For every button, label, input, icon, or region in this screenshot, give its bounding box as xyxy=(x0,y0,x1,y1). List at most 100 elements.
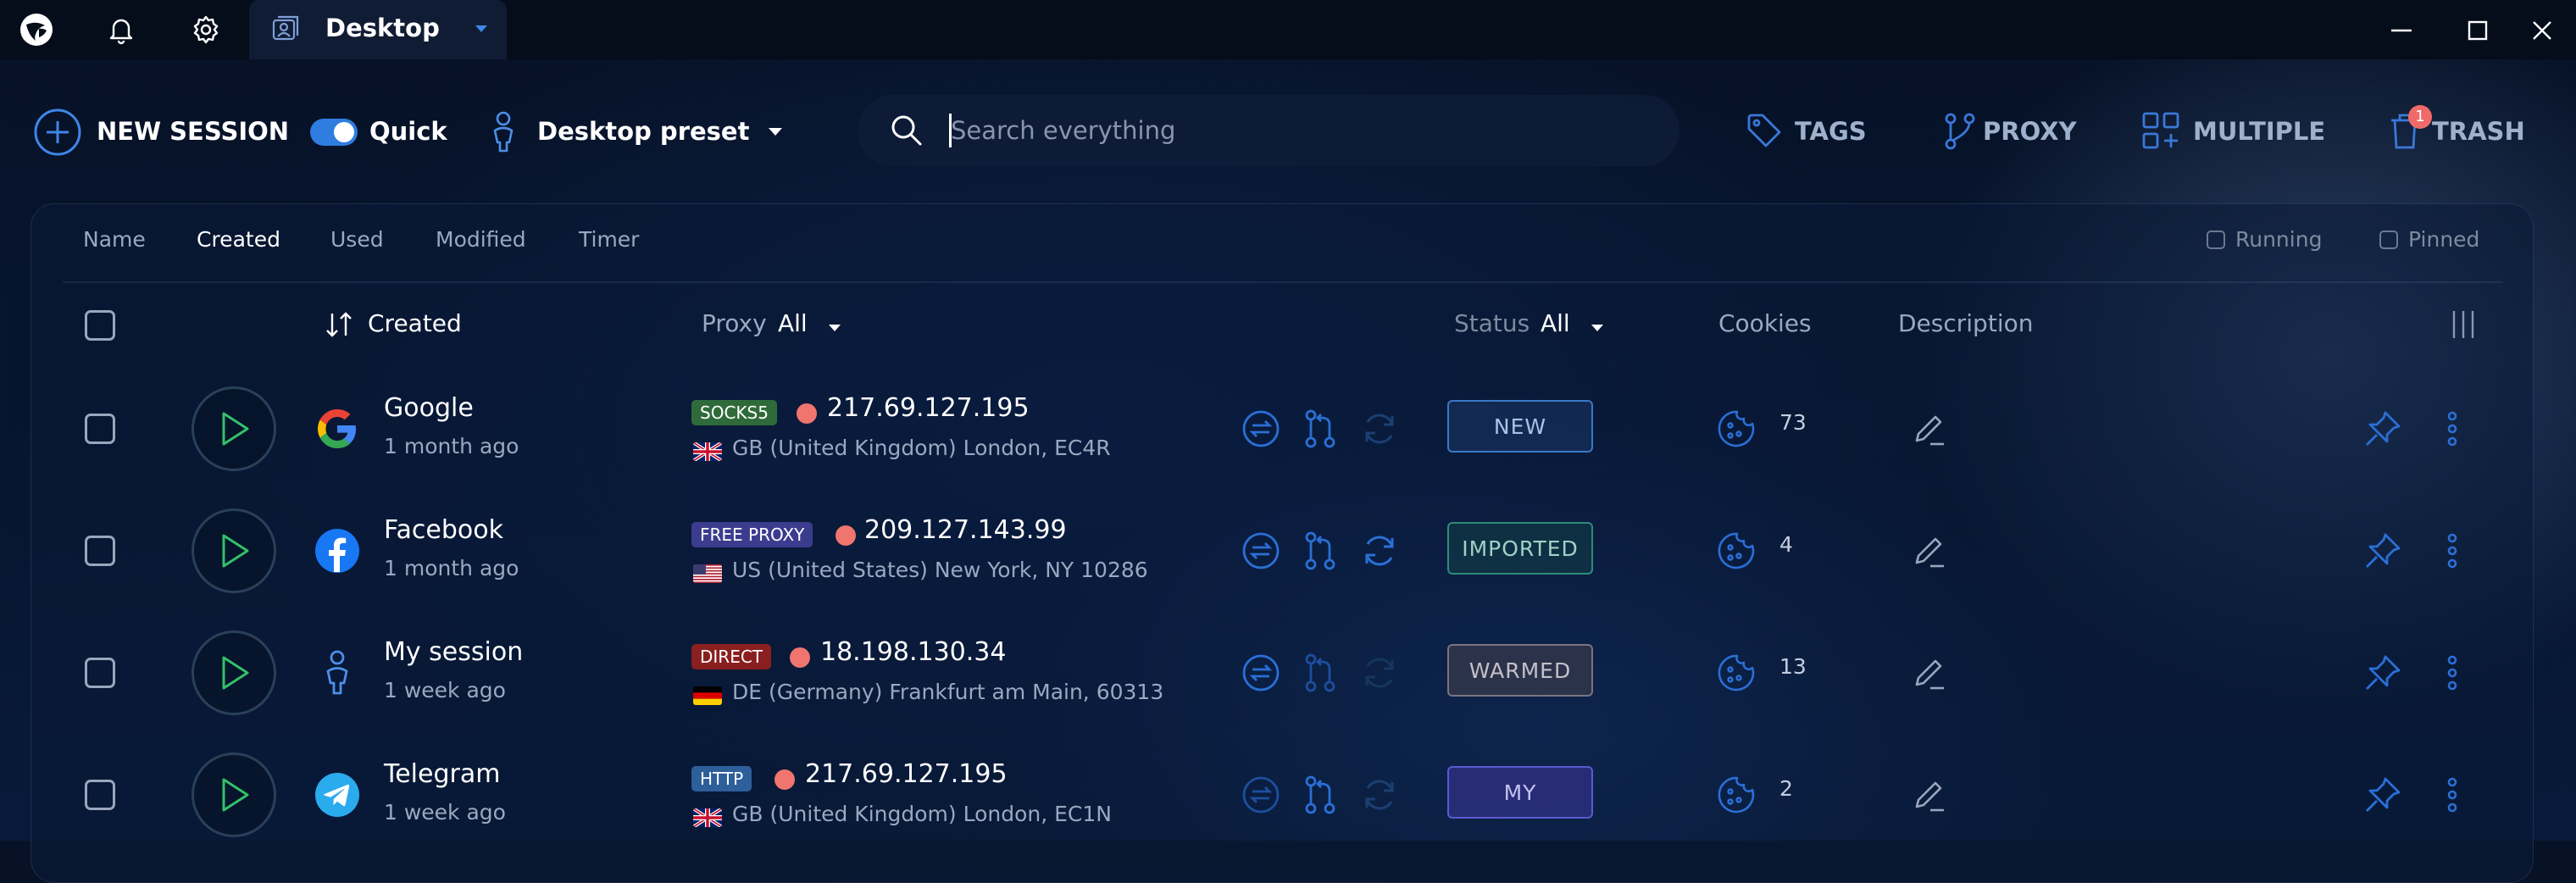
preset-select[interactable]: Desktop preset xyxy=(537,117,749,146)
pinned-filter[interactable]: Pinned xyxy=(2379,227,2479,252)
gear-icon[interactable] xyxy=(185,8,227,51)
session-name[interactable]: Telegram xyxy=(384,759,500,789)
edit-description-icon[interactable] xyxy=(1907,529,1951,573)
status-badge[interactable]: MY xyxy=(1447,766,1593,819)
tab-desktop[interactable]: Desktop xyxy=(249,0,507,59)
cookies-column-header: Cookies xyxy=(1718,309,1812,337)
proxy-route-icon[interactable] xyxy=(1296,527,1344,575)
created-column-header[interactable]: Created xyxy=(368,309,462,337)
more-options-icon[interactable] xyxy=(2435,529,2469,573)
table-row[interactable]: Google 1 month ago SOCKS5 217.69.127.195… xyxy=(31,368,2532,490)
status-badge[interactable]: WARMED xyxy=(1447,644,1593,697)
play-button[interactable] xyxy=(192,630,276,715)
play-button[interactable] xyxy=(192,386,276,471)
proxy-location: DE (Germany) Frankfurt am Main, 60313 xyxy=(732,680,1164,704)
refresh-icon[interactable] xyxy=(1356,527,1403,575)
chevron-down-icon[interactable] xyxy=(1588,319,1607,341)
pin-icon[interactable] xyxy=(2361,773,2405,817)
running-filter[interactable]: Running xyxy=(2207,227,2322,252)
more-options-icon[interactable] xyxy=(2435,651,2469,695)
cookie-count: 73 xyxy=(1779,410,1807,435)
pin-icon[interactable] xyxy=(2361,651,2405,695)
row-checkbox[interactable] xyxy=(85,414,115,444)
app-logo-icon[interactable] xyxy=(15,8,58,51)
trash-count-badge: 1 xyxy=(2408,105,2432,129)
proxy-ip[interactable]: 217.69.127.195 xyxy=(827,393,1030,423)
proxy-route-icon[interactable] xyxy=(1296,649,1344,697)
swap-proxy-icon[interactable] xyxy=(1237,771,1285,819)
quick-toggle[interactable] xyxy=(310,119,358,146)
row-checkbox[interactable] xyxy=(85,780,115,810)
edit-description-icon[interactable] xyxy=(1907,407,1951,451)
chevron-down-icon[interactable] xyxy=(825,319,844,341)
pin-icon[interactable] xyxy=(2361,529,2405,573)
session-created-time: 1 week ago xyxy=(384,678,506,703)
proxy-route-icon[interactable] xyxy=(1296,771,1344,819)
proxy-ip[interactable]: 18.198.130.34 xyxy=(820,637,1006,667)
minimize-button[interactable] xyxy=(2383,12,2420,49)
proxy-route-icon[interactable] xyxy=(1296,405,1344,453)
search-bar[interactable] xyxy=(858,95,1679,166)
sort-tab-used[interactable]: Used xyxy=(330,227,384,252)
swap-proxy-icon[interactable] xyxy=(1237,405,1285,453)
proxy-location: US (United States) New York, NY 10286 xyxy=(732,558,1148,582)
new-session-icon[interactable] xyxy=(32,107,83,161)
proxy-button[interactable]: PROXY xyxy=(1983,117,2077,146)
sort-tab-timer[interactable]: Timer xyxy=(579,227,639,252)
swap-proxy-icon[interactable] xyxy=(1237,649,1285,697)
edit-description-icon[interactable] xyxy=(1907,651,1951,695)
trash-button[interactable]: TRASH xyxy=(2432,117,2525,146)
cookie-icon xyxy=(1713,405,1761,453)
more-options-icon[interactable] xyxy=(2435,407,2469,451)
proxy-icon[interactable] xyxy=(1940,110,1979,154)
desktop-profile-icon xyxy=(269,14,302,49)
multiple-icon[interactable] xyxy=(2140,110,2181,154)
tag-icon[interactable] xyxy=(1744,110,1785,154)
refresh-icon[interactable] xyxy=(1356,649,1403,697)
proxy-type-badge: DIRECT xyxy=(691,644,772,669)
maximize-button[interactable] xyxy=(2459,12,2496,49)
status-badge[interactable]: IMPORTED xyxy=(1447,522,1593,575)
row-checkbox[interactable] xyxy=(85,658,115,688)
table-row[interactable]: My session 1 week ago DIRECT 18.198.130.… xyxy=(31,612,2532,734)
sort-tab-modified[interactable]: Modified xyxy=(436,227,526,252)
chevron-down-icon[interactable] xyxy=(764,120,786,146)
select-all-checkbox[interactable] xyxy=(85,310,115,341)
person-icon xyxy=(314,649,361,697)
proxy-status-dot xyxy=(774,769,795,790)
bell-icon[interactable] xyxy=(100,8,142,51)
row-checkbox[interactable] xyxy=(85,536,115,566)
sort-tab-created[interactable]: Created xyxy=(197,227,280,252)
swap-proxy-icon[interactable] xyxy=(1237,527,1285,575)
new-session-button[interactable]: NEW SESSION xyxy=(97,117,289,146)
proxy-ip[interactable]: 217.69.127.195 xyxy=(805,759,1008,789)
running-checkbox[interactable] xyxy=(2207,230,2225,249)
tab-title: Desktop xyxy=(325,14,440,42)
play-button[interactable] xyxy=(192,508,276,593)
multiple-button[interactable]: MULTIPLE xyxy=(2193,117,2325,146)
play-button[interactable] xyxy=(192,752,276,837)
proxy-filter-select[interactable]: All xyxy=(778,309,808,337)
search-input[interactable] xyxy=(949,110,1647,151)
status-badge[interactable]: NEW xyxy=(1447,400,1593,453)
sort-direction-icon[interactable] xyxy=(324,310,358,342)
columns-settings-icon[interactable] xyxy=(2449,308,2478,344)
close-button[interactable] xyxy=(2523,12,2561,49)
sort-tab-name[interactable]: Name xyxy=(83,227,146,252)
pin-icon[interactable] xyxy=(2361,407,2405,451)
chevron-down-icon[interactable] xyxy=(471,19,491,42)
status-filter-select[interactable]: All xyxy=(1541,309,1570,337)
proxy-ip[interactable]: 209.127.143.99 xyxy=(864,515,1067,545)
tags-button[interactable]: TAGS xyxy=(1795,117,1867,146)
session-name[interactable]: My session xyxy=(384,637,523,667)
edit-description-icon[interactable] xyxy=(1907,773,1951,817)
pinned-checkbox[interactable] xyxy=(2379,230,2398,249)
table-row[interactable]: Facebook 1 month ago FREE PROXY 209.127.… xyxy=(31,490,2532,612)
table-row[interactable]: Telegram 1 week ago HTTP 217.69.127.195 … xyxy=(31,734,2532,856)
refresh-icon[interactable] xyxy=(1356,771,1403,819)
refresh-icon[interactable] xyxy=(1356,405,1403,453)
uk-flag-icon xyxy=(693,442,722,461)
more-options-icon[interactable] xyxy=(2435,773,2469,817)
session-name[interactable]: Google xyxy=(384,393,474,423)
session-name[interactable]: Facebook xyxy=(384,515,503,545)
